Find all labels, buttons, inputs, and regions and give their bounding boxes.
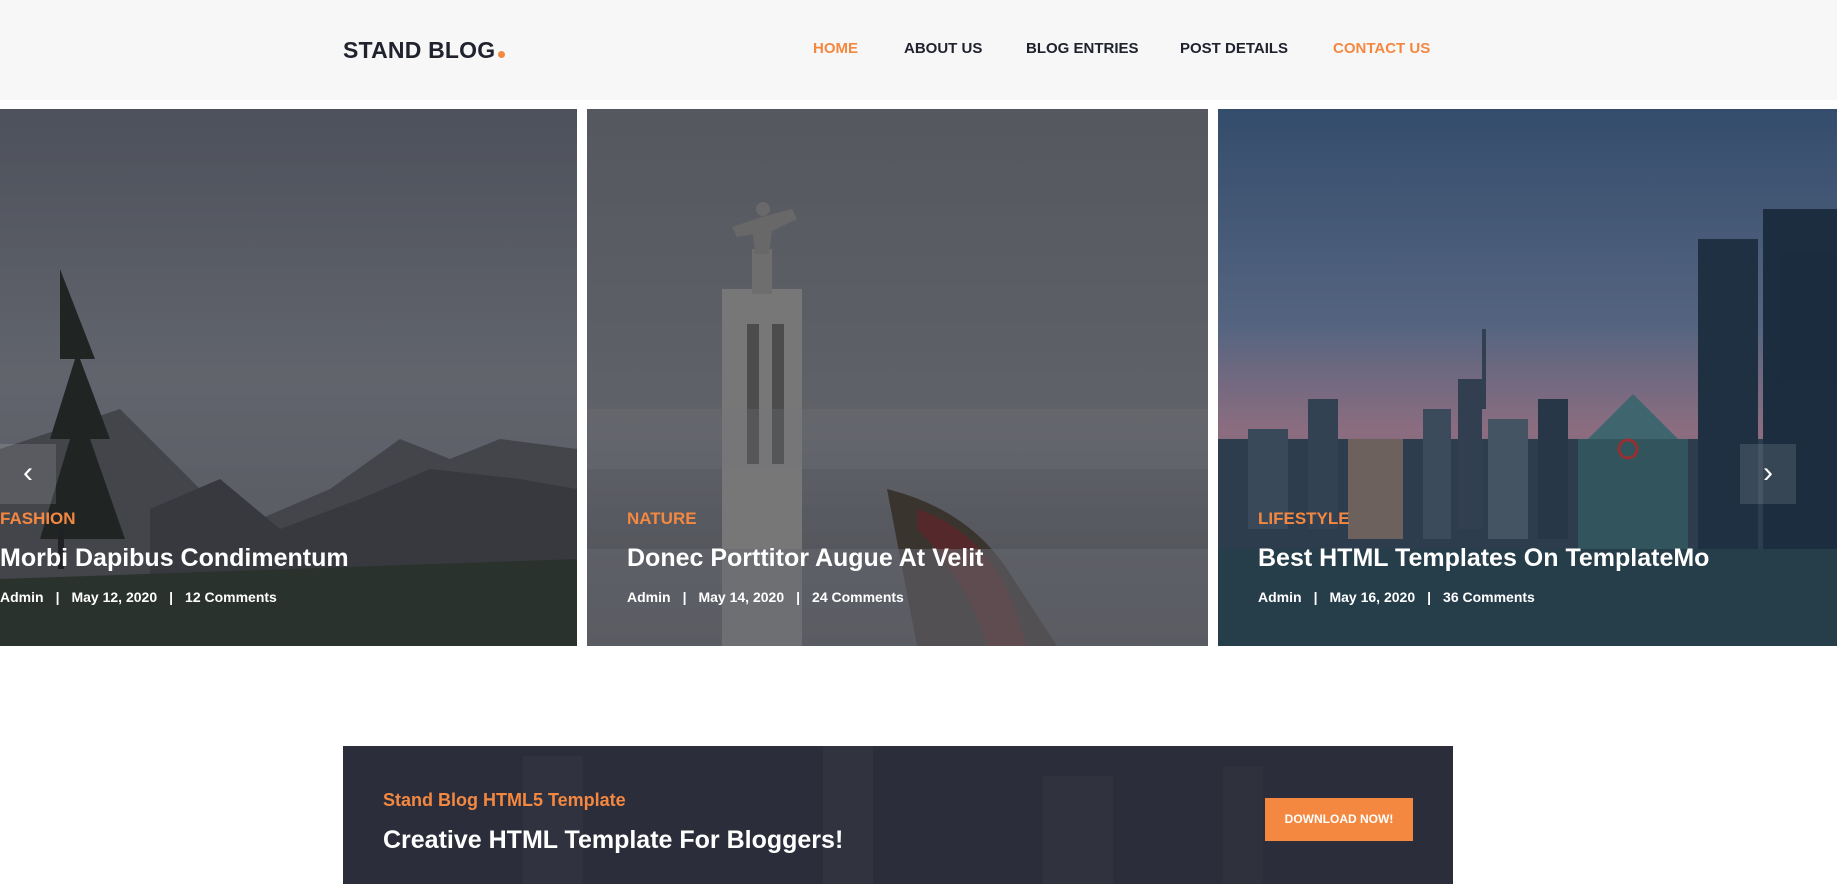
nav-home[interactable]: HOME bbox=[813, 40, 858, 57]
nav-contact-us[interactable]: CONTACT US bbox=[1333, 40, 1430, 57]
post-slider: FASHION Morbi Dapibus Condimentum Admin |… bbox=[0, 109, 1837, 646]
slide-fashion[interactable]: FASHION Morbi Dapibus Condimentum Admin |… bbox=[0, 109, 577, 646]
meta-separator: | bbox=[1427, 589, 1432, 605]
cta-subtitle: Stand Blog HTML5 Template bbox=[383, 790, 626, 810]
slide-comments[interactable]: 24 Comments bbox=[812, 589, 904, 605]
slide-comments[interactable]: 12 Comments bbox=[185, 589, 277, 605]
slide-author[interactable]: Admin bbox=[1258, 589, 1302, 605]
slide-author[interactable]: Admin bbox=[627, 589, 671, 605]
cta-title: Creative HTML Template For Bloggers! bbox=[383, 826, 844, 854]
site-header: STAND BLOG HOME ABOUT US BLOG ENTRIES PO… bbox=[0, 0, 1837, 100]
slide-title[interactable]: Donec Porttitor Augue At Velit bbox=[627, 544, 984, 573]
meta-separator: | bbox=[55, 589, 60, 605]
meta-separator: | bbox=[169, 589, 174, 605]
chevron-right-icon: › bbox=[1763, 456, 1773, 489]
nav-blog-entries[interactable]: BLOG ENTRIES bbox=[1026, 40, 1139, 57]
slide-nature[interactable]: NATURE Donec Porttitor Augue At Velit Ad… bbox=[587, 109, 1208, 646]
slide-title[interactable]: Morbi Dapibus Condimentum bbox=[0, 544, 349, 573]
slide-category[interactable]: NATURE bbox=[627, 509, 984, 529]
slide-caption: NATURE Donec Porttitor Augue At Velit Ad… bbox=[627, 509, 984, 605]
main-nav: HOME ABOUT US BLOG ENTRIES POST DETAILS … bbox=[0, 40, 1837, 60]
slide-category[interactable]: LIFESTYLE bbox=[1258, 509, 1709, 529]
slide-date[interactable]: May 14, 2020 bbox=[698, 589, 784, 605]
slide-meta: Admin | May 16, 2020 | 36 Comments bbox=[1258, 589, 1709, 605]
slide-title[interactable]: Best HTML Templates On TemplateMo bbox=[1258, 544, 1709, 573]
slide-caption: FASHION Morbi Dapibus Condimentum Admin |… bbox=[0, 509, 349, 605]
slide-caption: LIFESTYLE Best HTML Templates On Templat… bbox=[1258, 509, 1709, 605]
meta-separator: | bbox=[1313, 589, 1318, 605]
meta-separator: | bbox=[796, 589, 801, 605]
slide-meta: Admin | May 12, 2020 | 12 Comments bbox=[0, 589, 349, 605]
slider-next-button[interactable]: › bbox=[1740, 444, 1796, 504]
slide-category[interactable]: FASHION bbox=[0, 509, 349, 529]
slide-date[interactable]: May 16, 2020 bbox=[1329, 589, 1415, 605]
slide-date[interactable]: May 12, 2020 bbox=[71, 589, 157, 605]
nav-post-details[interactable]: POST DETAILS bbox=[1180, 40, 1288, 57]
nav-about-us[interactable]: ABOUT US bbox=[904, 40, 982, 57]
call-to-action-banner: Stand Blog HTML5 Template Creative HTML … bbox=[343, 746, 1453, 884]
meta-separator: | bbox=[682, 589, 687, 605]
download-now-button[interactable]: DOWNLOAD NOW! bbox=[1265, 798, 1413, 841]
slide-meta: Admin | May 14, 2020 | 24 Comments bbox=[627, 589, 984, 605]
slide-comments[interactable]: 36 Comments bbox=[1443, 589, 1535, 605]
slide-author[interactable]: Admin bbox=[0, 589, 44, 605]
chevron-left-icon: ‹ bbox=[23, 456, 33, 489]
slider-prev-button[interactable]: ‹ bbox=[0, 444, 56, 504]
slide-lifestyle[interactable]: LIFESTYLE Best HTML Templates On Templat… bbox=[1218, 109, 1837, 646]
